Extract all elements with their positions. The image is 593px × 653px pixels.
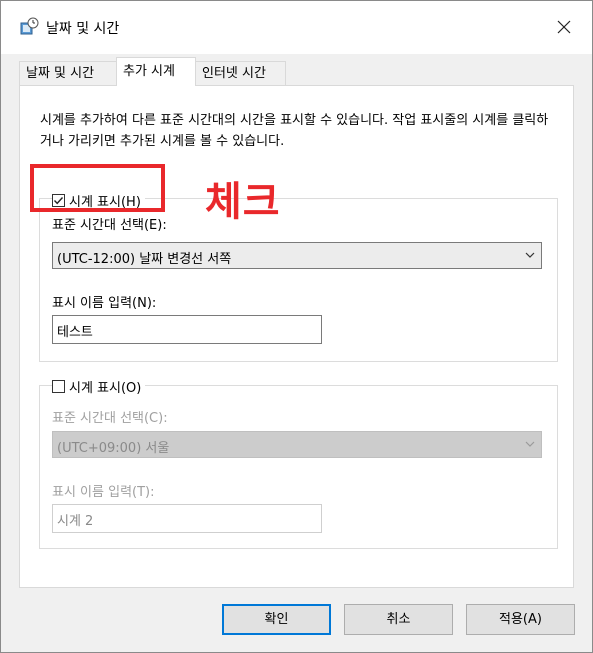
clock1-timezone-value: (UTC-12:00) 날짜 변경선 서쪽 (57, 252, 232, 267)
apply-button[interactable]: 적용(A) (466, 604, 575, 635)
chevron-down-icon (525, 441, 535, 447)
window-title: 날짜 및 시간 (46, 21, 120, 37)
clock2-group: 표준 시간대 선택(C): (UTC+09:00) 서울 표시 이름 입력(T)… (39, 385, 558, 549)
clock1-name-value: 테스트 (57, 325, 93, 340)
clock1-timezone-label: 표준 시간대 선택(E): (52, 218, 167, 233)
tab-additional-clocks[interactable]: 추가 시계 (116, 57, 196, 86)
clock1-timezone-select[interactable]: (UTC-12:00) 날짜 변경선 서쪽 (52, 242, 542, 269)
tab-panel: 시계를 추가하여 다른 표준 시간대의 시간을 표시할 수 있습니다. 작업 표… (19, 85, 574, 588)
description-text: 시계를 추가하여 다른 표준 시간대의 시간을 표시할 수 있습니다. 작업 표… (40, 113, 549, 149)
annotation-text: 체크 (205, 179, 281, 225)
clock1-group: 표준 시간대 선택(E): (UTC-12:00) 날짜 변경선 서쪽 표시 이… (39, 198, 558, 362)
cancel-button[interactable]: 취소 (344, 604, 453, 635)
title-bar: 날짜 및 시간 (1, 1, 592, 54)
clock2-name-value: 시계 2 (57, 514, 94, 529)
chevron-down-icon (525, 252, 535, 258)
dialog-window: 날짜 및 시간 날짜 및 시간 추가 시계 인터넷 시간 시계를 추가하여 다른… (0, 0, 593, 653)
clock2-name-label: 표시 이름 입력(T): (52, 485, 155, 500)
clock2-timezone-label: 표준 시간대 선택(C): (52, 411, 168, 426)
highlight-box (30, 164, 165, 212)
tab-internet-time[interactable]: 인터넷 시간 (195, 61, 286, 85)
close-button[interactable] (547, 11, 581, 43)
tab-date-time[interactable]: 날짜 및 시간 (19, 61, 117, 85)
clock2-name-input: 시계 2 (52, 504, 322, 533)
clock2-timezone-select: (UTC+09:00) 서울 (52, 431, 542, 458)
clock2-show-checkbox[interactable]: 시계 표시(O) (52, 377, 146, 396)
checkbox-unchecked-icon (52, 380, 65, 393)
clock2-checkbox-label: 시계 표시(O) (69, 381, 142, 396)
ok-button[interactable]: 확인 (222, 604, 331, 635)
close-icon (557, 20, 571, 34)
clock2-timezone-value: (UTC+09:00) 서울 (57, 441, 170, 456)
clock1-name-input[interactable]: 테스트 (52, 315, 322, 344)
clock-app-icon (20, 17, 39, 36)
clock1-name-label: 표시 이름 입력(N): (52, 296, 157, 311)
